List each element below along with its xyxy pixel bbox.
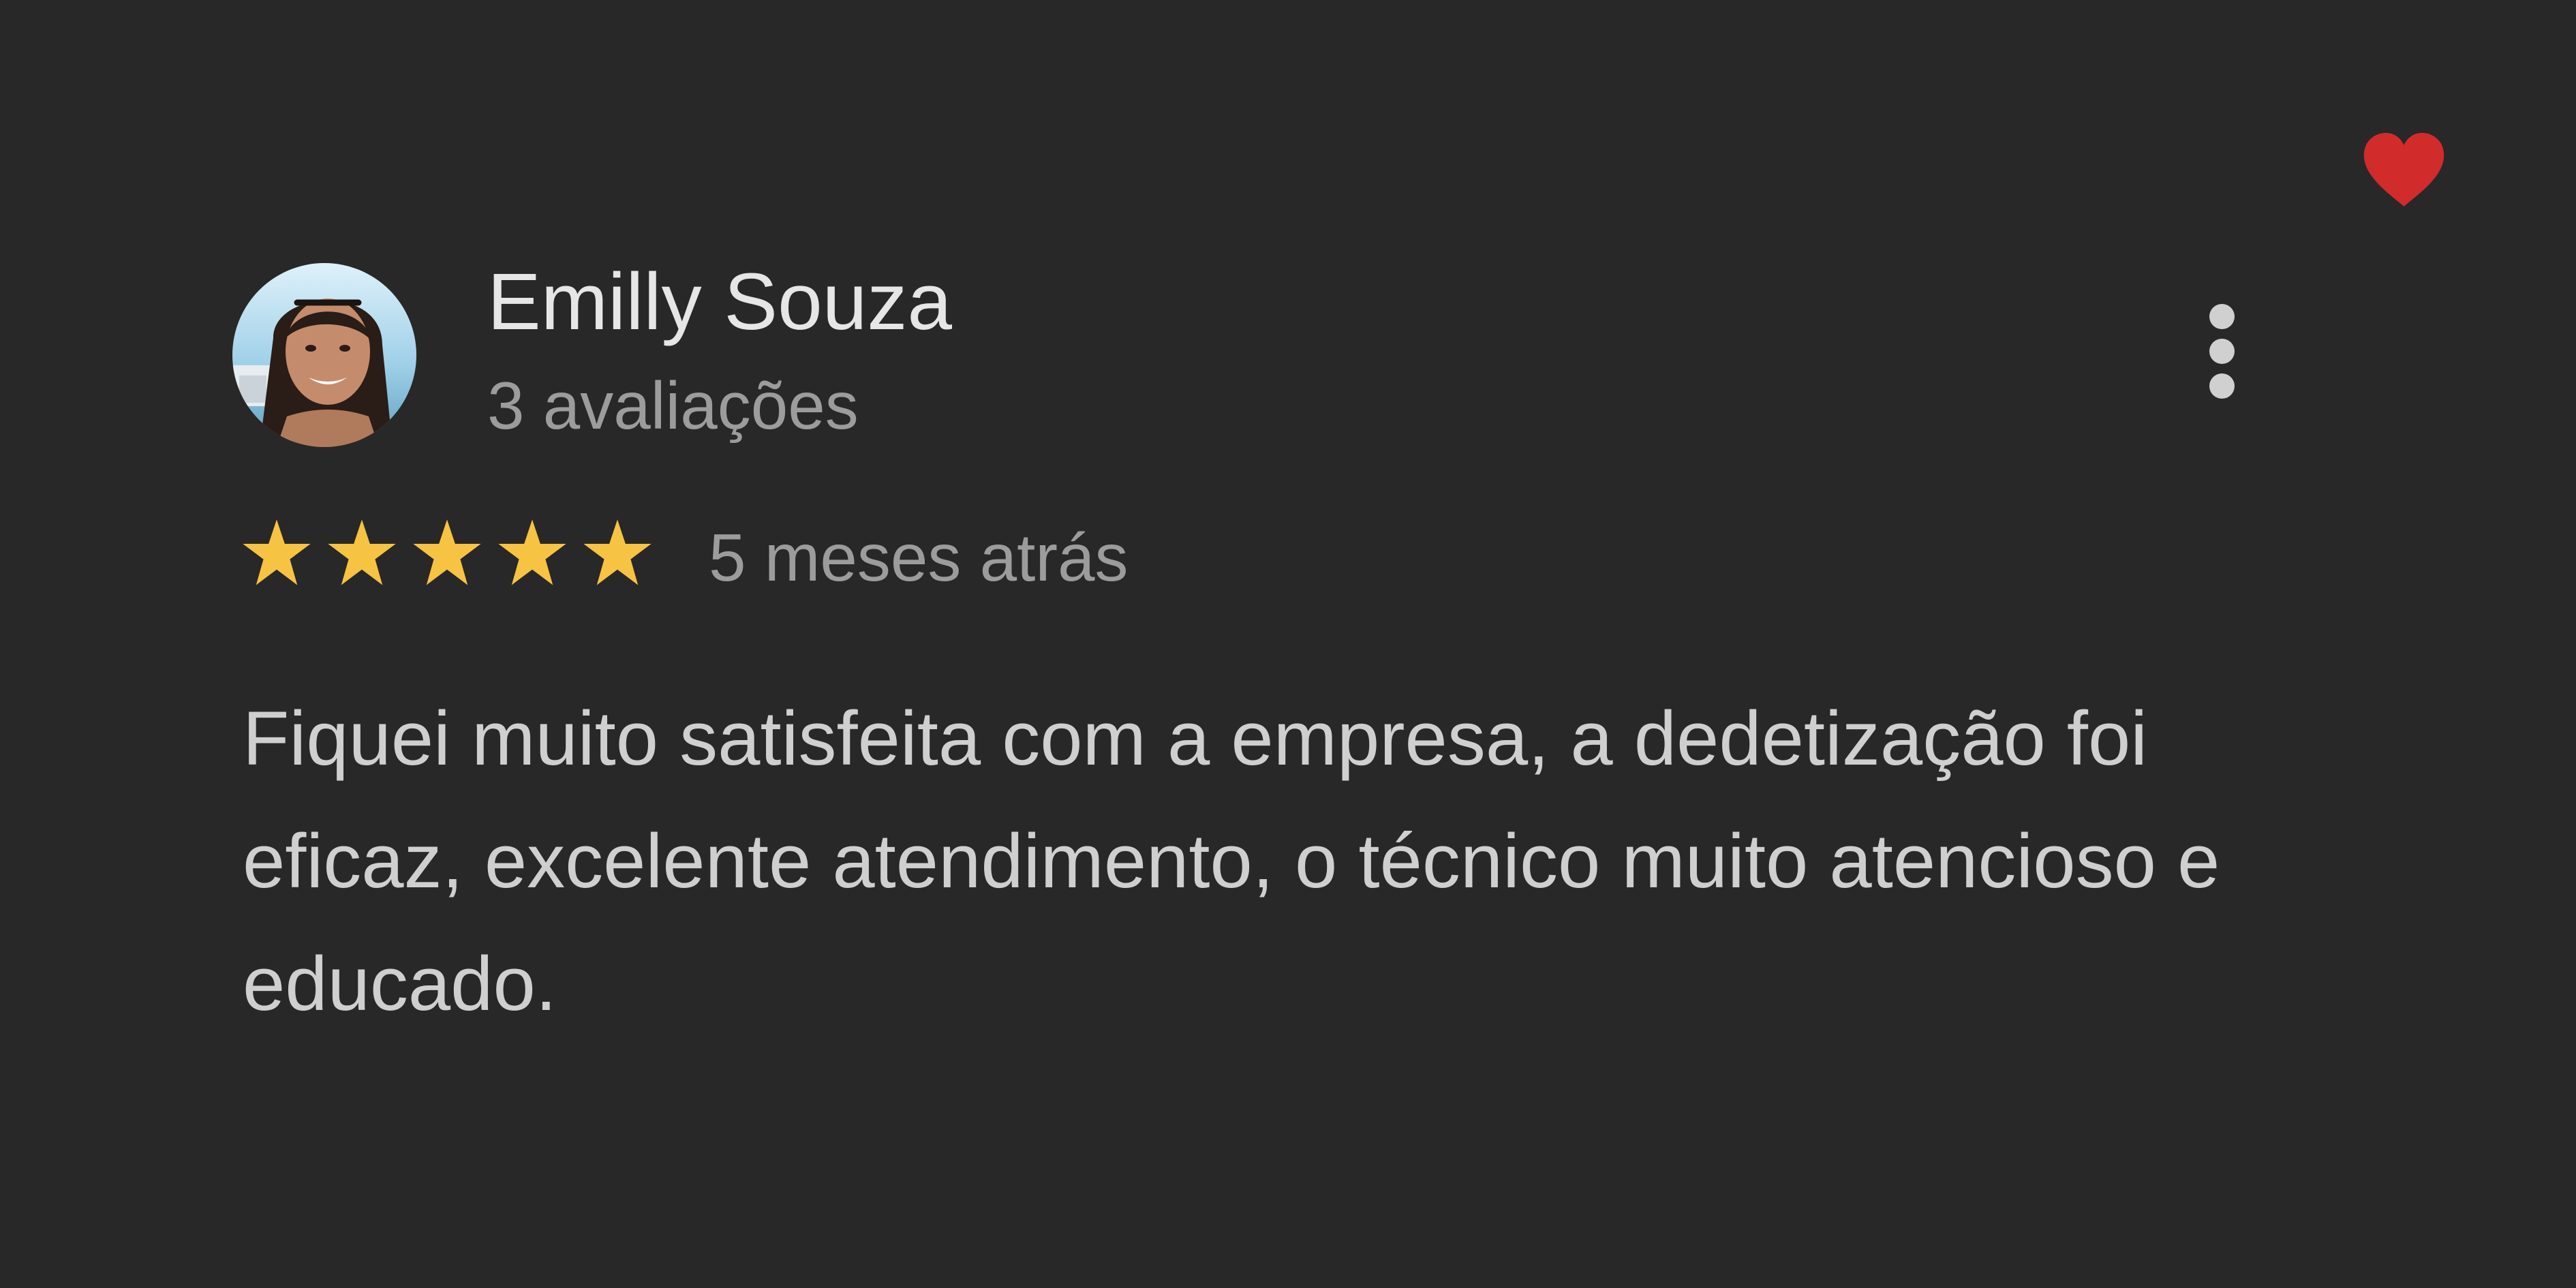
reviewer-name[interactable]: Emilly Souza (487, 251, 952, 353)
more-options-dot-icon (2209, 373, 2235, 399)
review-count: 3 avaliações (487, 368, 859, 443)
star-icon (240, 517, 313, 590)
more-options-dot-icon (2209, 304, 2235, 329)
review-date: 5 meses atrás (709, 520, 1129, 595)
review-card: Emilly Souza 3 avaliações 5 meses atrás … (0, 0, 2576, 1288)
star-icon (410, 517, 484, 590)
star-icon (581, 517, 654, 590)
star-icon (325, 517, 399, 590)
star-icon (495, 517, 569, 590)
heart-icon[interactable] (2361, 132, 2447, 210)
more-options-button[interactable] (2194, 293, 2249, 409)
avatar[interactable] (232, 263, 416, 447)
star-rating (240, 517, 654, 592)
review-text: Fiquei muito satisfeita com a empresa, a… (243, 696, 2220, 1026)
more-options-dot-icon (2209, 339, 2235, 364)
